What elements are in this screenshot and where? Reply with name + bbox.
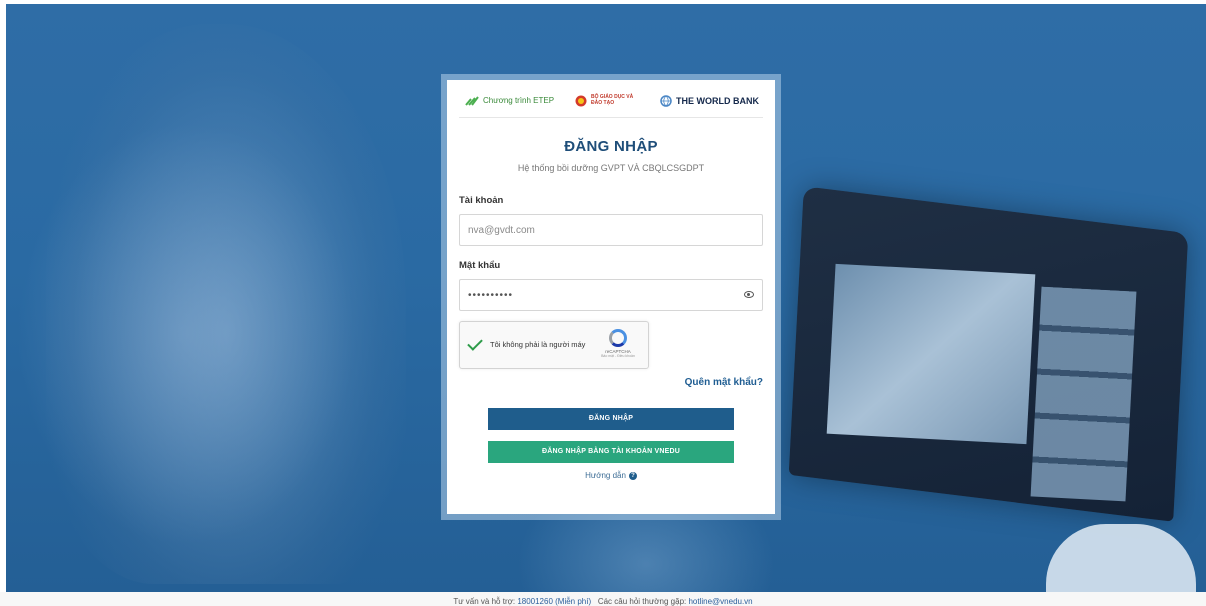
hotline-link[interactable]: 18001260 (Miễn phí): [517, 597, 591, 606]
faq-prefix: Các câu hỏi thường gặp:: [597, 597, 689, 606]
checkmark-icon[interactable]: [467, 335, 483, 351]
recaptcha-terms-link[interactable]: Bảo mật - Điều khoản: [598, 354, 638, 358]
account-input[interactable]: nva@gvdt.com: [459, 214, 763, 246]
national-emblem-icon: [575, 95, 587, 106]
support-prefix: Tư vấn và hỗ trợ:: [453, 597, 518, 606]
etep-label: Chương trình ETEP: [483, 96, 555, 105]
moet-label: BỘ GIÁO DỤC VÀ ĐÀO TẠO: [591, 94, 634, 106]
password-input-value: ••••••••••: [468, 289, 514, 301]
show-password-icon[interactable]: [744, 291, 754, 298]
recaptcha-logo: reCAPTCHA Bảo mật - Điều khoản: [598, 329, 638, 358]
login-card-frame: Chương trình ETEP BỘ GIÁO DỤC VÀ ĐÀO TẠO…: [441, 74, 781, 520]
recaptcha-widget[interactable]: Tôi không phải là người máy reCAPTCHA Bả…: [459, 321, 649, 369]
moet-logo: BỘ GIÁO DỤC VÀ ĐÀO TẠO: [575, 94, 639, 107]
guide-label: Hướng dẫn: [585, 471, 626, 480]
partner-logos: Chương trình ETEP BỘ GIÁO DỤC VÀ ĐÀO TẠO…: [459, 90, 763, 118]
guide-link[interactable]: Hướng dẫn ?: [459, 471, 763, 480]
account-label: Tài khoản: [459, 195, 504, 206]
background-person: [46, 24, 406, 584]
globe-icon: [660, 94, 672, 107]
background-thumbnails: [1030, 286, 1137, 502]
login-button[interactable]: ĐĂNG NHẬP: [488, 408, 734, 430]
recaptcha-icon: [609, 329, 627, 347]
login-card: Chương trình ETEP BỘ GIÁO DỤC VÀ ĐÀO TẠO…: [447, 80, 775, 514]
page-title: ĐĂNG NHẬP: [564, 138, 658, 155]
worldbank-logo: THE WORLD BANK: [660, 94, 759, 107]
help-icon: ?: [628, 471, 637, 480]
recaptcha-label: Tôi không phải là người máy: [490, 340, 586, 350]
background-video-call: [826, 263, 1036, 445]
footer: Tư vấn và hỗ trợ: 18001260 (Miễn phí) Cá…: [0, 592, 1206, 606]
etep-logo: Chương trình ETEP: [465, 95, 555, 106]
forgot-password-link[interactable]: Quên mật khẩu?: [459, 377, 763, 388]
password-label: Mật khẩu: [459, 260, 501, 271]
account-input-value: nva@gvdt.com: [468, 224, 535, 236]
password-input[interactable]: ••••••••••: [459, 279, 763, 311]
email-link[interactable]: hotline@vnedu.vn: [688, 597, 752, 606]
page-subtitle: Hệ thống bồi dưỡng GVPT VÀ CBQLCSGDPT: [517, 163, 705, 173]
etep-leaf-icon: [465, 95, 479, 106]
vnedu-login-button[interactable]: ĐĂNG NHẬP BẰNG TÀI KHOẢN VNEDU: [488, 441, 734, 463]
worldbank-label: THE WORLD BANK: [675, 95, 759, 106]
background-cup: [1046, 524, 1196, 592]
